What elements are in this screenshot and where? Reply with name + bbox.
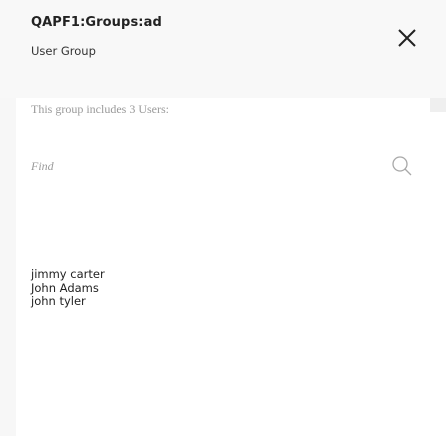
user-list: jimmy carter John Adams john tyler: [31, 267, 105, 309]
list-item-user[interactable]: John Adams: [31, 281, 105, 296]
close-icon[interactable]: [395, 26, 419, 50]
list-item-user[interactable]: john tyler: [31, 294, 105, 309]
dialog-header: QAPF1:Groups:ad User Group: [0, 0, 446, 98]
list-item-user[interactable]: jimmy carter: [31, 267, 105, 282]
search-bar: [31, 152, 446, 180]
dialog-title: QAPF1:Groups:ad: [31, 15, 162, 30]
scrollbar-stub[interactable]: [430, 98, 446, 112]
dialog-subtitle: User Group: [31, 44, 96, 58]
group-info-text: This group includes 3 Users:: [31, 102, 169, 116]
search-icon[interactable]: [390, 154, 414, 178]
search-input[interactable]: [31, 152, 391, 180]
